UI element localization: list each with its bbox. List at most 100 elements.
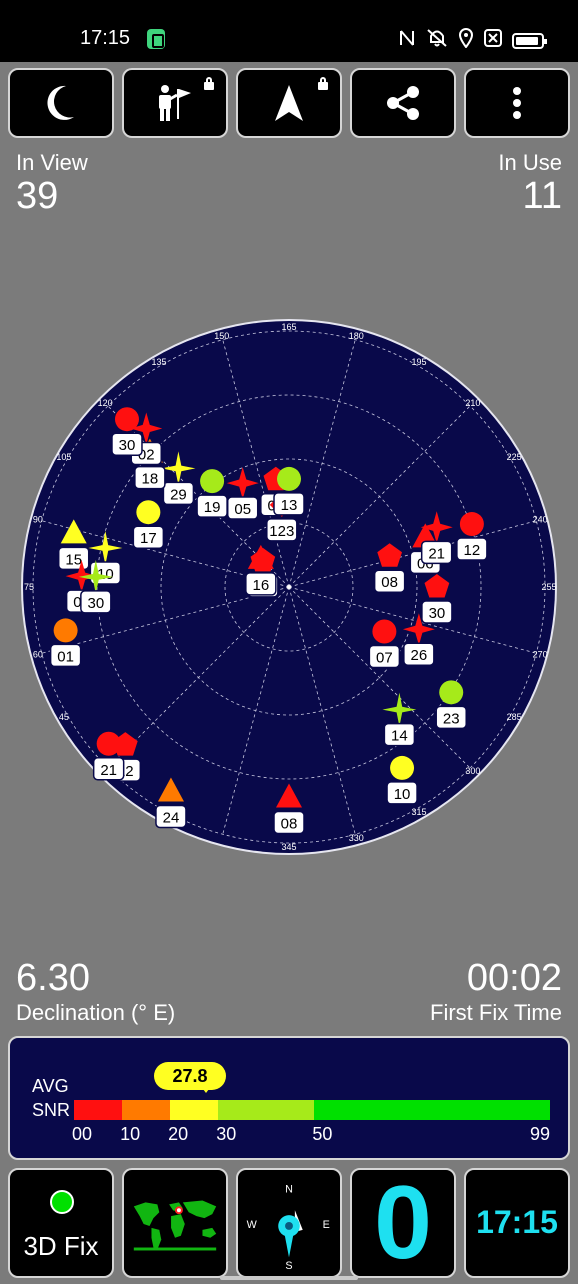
world-map-button[interactable] bbox=[122, 1168, 228, 1278]
snr-tick-label: 20 bbox=[168, 1124, 189, 1144]
satellite-symbol bbox=[114, 407, 139, 432]
degree-label: 225 bbox=[507, 452, 522, 462]
home-indicator[interactable] bbox=[220, 1276, 358, 1280]
degree-label: 270 bbox=[533, 649, 548, 659]
more-vertical-icon bbox=[513, 87, 521, 119]
more-button[interactable] bbox=[464, 68, 570, 138]
navigation-arrow-icon bbox=[275, 85, 303, 121]
satellite-id: 13 bbox=[281, 497, 298, 514]
degree-label: 60 bbox=[33, 649, 43, 659]
declination-value: 6.30 bbox=[16, 957, 90, 999]
satellite-id: 30 bbox=[429, 605, 446, 622]
satellite-id: 26 bbox=[411, 647, 428, 664]
mute-icon bbox=[426, 28, 448, 54]
satellite-symbol bbox=[277, 466, 301, 491]
world-map-icon bbox=[133, 1200, 217, 1251]
satellite-symbol bbox=[96, 731, 121, 756]
snr-panel[interactable]: AVG SNR 27.8 00 10 20 30 50 99 bbox=[8, 1036, 570, 1160]
satellite-id: 17 bbox=[140, 530, 157, 547]
clock-tile[interactable]: 17:15 bbox=[464, 1168, 570, 1278]
snr-segment bbox=[122, 1100, 171, 1120]
satellite-id: 10 bbox=[394, 786, 411, 803]
in-view-value: 39 bbox=[16, 175, 59, 217]
snr-tick-label: 30 bbox=[216, 1124, 237, 1144]
snr-tick-label: 00 bbox=[72, 1124, 93, 1144]
satellite-id: 123 bbox=[269, 523, 294, 540]
degree-label: 255 bbox=[541, 582, 556, 592]
satellite-id: 24 bbox=[163, 809, 180, 826]
waypoint-button[interactable] bbox=[122, 68, 228, 138]
satellite-id: 12 bbox=[464, 542, 481, 559]
satellites-used-tile[interactable]: 0 bbox=[350, 1168, 456, 1278]
degree-label: 345 bbox=[281, 842, 296, 852]
status-time: 17:15 bbox=[80, 27, 131, 49]
degree-label: 285 bbox=[507, 712, 522, 722]
fix-status-button[interactable]: 3D Fix bbox=[8, 1168, 114, 1278]
degree-label: 195 bbox=[411, 357, 426, 367]
snr-segment bbox=[74, 1100, 123, 1120]
in-use-label: In Use bbox=[498, 150, 562, 175]
lock-icon bbox=[204, 77, 214, 90]
degree-label: 135 bbox=[151, 357, 166, 367]
degree-label: 330 bbox=[349, 833, 364, 843]
satellites-used-count: 0 bbox=[374, 1168, 432, 1278]
snr-tick-label: 50 bbox=[312, 1124, 333, 1144]
battery-saver-icon bbox=[147, 29, 165, 49]
battery-icon bbox=[512, 33, 547, 49]
satellite-id: 08 bbox=[281, 815, 298, 832]
first-fix-stat: 00:02 First Fix Time bbox=[430, 958, 562, 1026]
share-icon bbox=[387, 86, 419, 120]
degree-label: 180 bbox=[349, 331, 364, 341]
declination-stat: 6.30 Declination (° E) bbox=[16, 958, 175, 1026]
satellite-symbol bbox=[439, 680, 464, 705]
satellite-id: 30 bbox=[87, 595, 104, 612]
person-flag-icon bbox=[159, 85, 191, 121]
navigation-button[interactable] bbox=[236, 68, 342, 138]
satellite-symbol bbox=[372, 619, 397, 644]
satellite-id: 30 bbox=[119, 437, 136, 454]
first-fix-value: 00:02 bbox=[466, 957, 562, 999]
satellite-symbol bbox=[53, 618, 78, 643]
compass-n: N bbox=[285, 1184, 293, 1196]
degree-label: 90 bbox=[33, 515, 43, 525]
in-use-value: 11 bbox=[522, 175, 562, 217]
declination-label: Declination (° E) bbox=[16, 1000, 176, 1025]
satellite-id: 19 bbox=[204, 499, 221, 516]
first-fix-label: First Fix Time bbox=[430, 1000, 562, 1025]
compass-e: E bbox=[323, 1219, 330, 1231]
satellite-id: 08 bbox=[381, 574, 398, 591]
satellite-symbol bbox=[136, 500, 161, 525]
satellite-id: 23 bbox=[443, 710, 460, 727]
compass-button[interactable]: N S E W bbox=[236, 1168, 342, 1278]
satellite-id: 21 bbox=[100, 762, 117, 779]
degree-label: 315 bbox=[411, 807, 426, 817]
satellite-id: 16 bbox=[252, 577, 269, 594]
night-mode-button[interactable] bbox=[8, 68, 114, 138]
in-view-label: In View bbox=[16, 150, 88, 175]
satellite-id: 01 bbox=[57, 648, 74, 665]
sky-plot[interactable]: 165 180 195 210 225 240 255 270 285 300 315 330 345 3… bbox=[18, 316, 560, 858]
snr-scale-bar bbox=[74, 1100, 550, 1120]
degree-label: 300 bbox=[465, 766, 480, 776]
location-icon bbox=[458, 28, 474, 54]
satellite-symbol bbox=[390, 755, 415, 780]
satellite-id: 14 bbox=[391, 728, 408, 745]
snr-tick-label: 99 bbox=[530, 1124, 551, 1144]
degree-label: 150 bbox=[214, 331, 229, 341]
sky-center bbox=[287, 585, 291, 589]
satellite-id: 29 bbox=[170, 486, 187, 503]
snr-tick-label: 10 bbox=[120, 1124, 141, 1144]
avg-label: AVG bbox=[32, 1076, 69, 1096]
satellite-symbol bbox=[459, 512, 484, 537]
snr-segment bbox=[218, 1100, 315, 1120]
share-button[interactable] bbox=[350, 68, 456, 138]
degree-label: 165 bbox=[281, 322, 296, 332]
compass-s: S bbox=[285, 1260, 292, 1272]
bottom-bar: 3D Fix N S E W 0 17:15 bbox=[8, 1168, 570, 1278]
compass-icon: N S E W bbox=[247, 1184, 330, 1273]
toolbar bbox=[8, 68, 570, 138]
snr-label: SNR bbox=[32, 1100, 71, 1120]
gps-clock: 17:15 bbox=[476, 1204, 558, 1240]
avg-snr-bubble: 27.8 bbox=[154, 1062, 226, 1093]
sim-off-icon bbox=[484, 29, 502, 53]
